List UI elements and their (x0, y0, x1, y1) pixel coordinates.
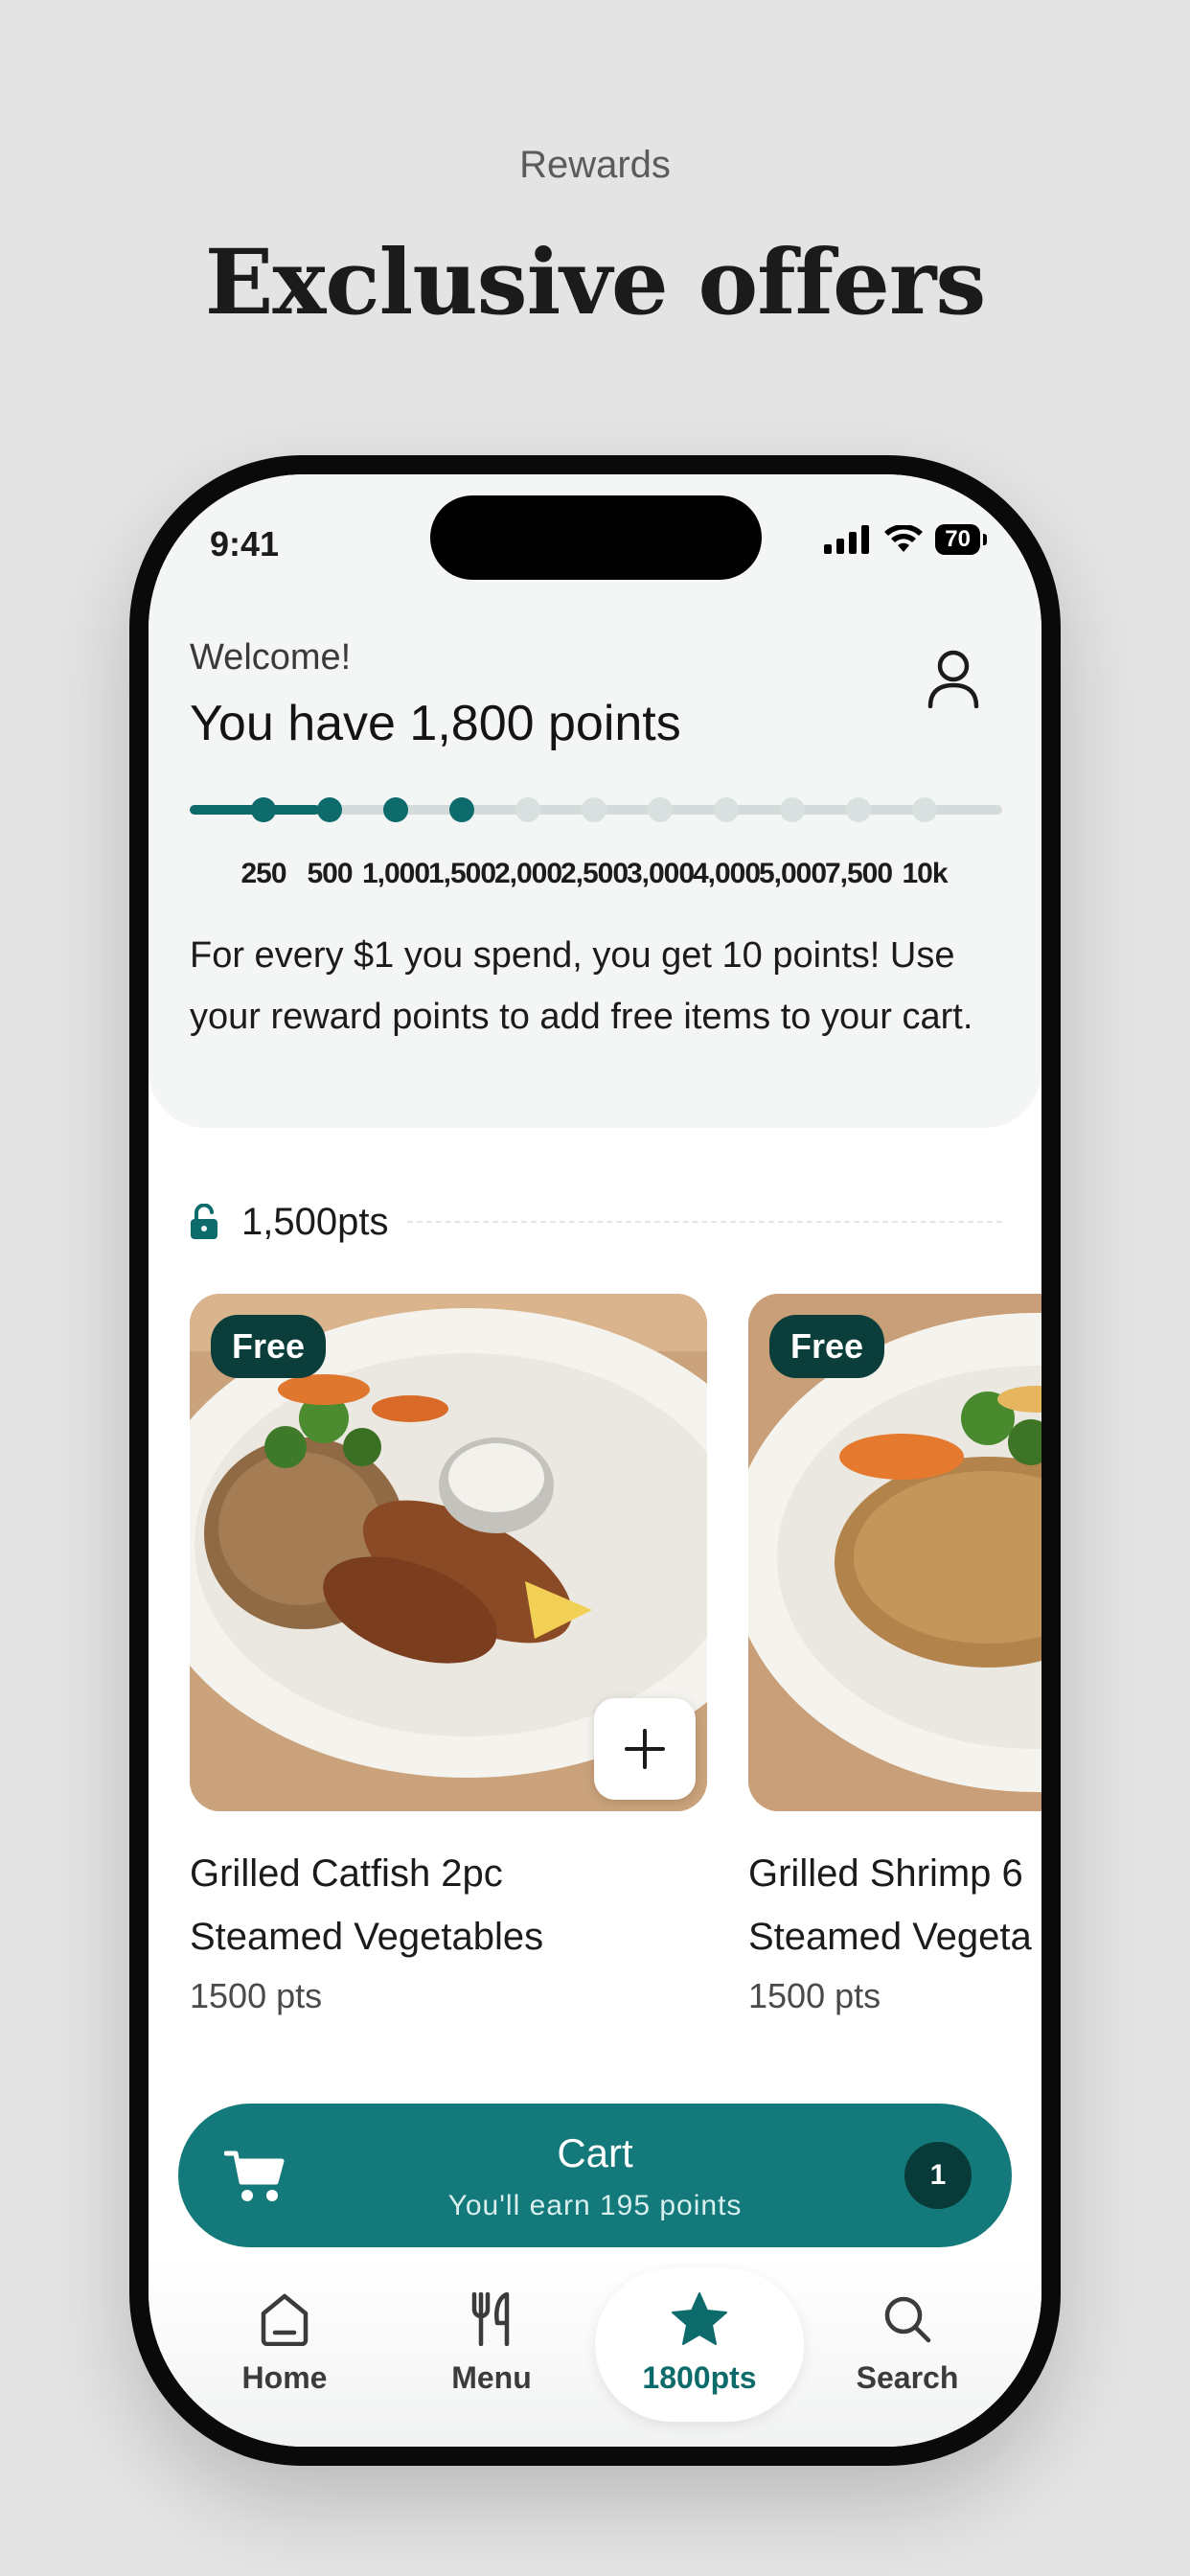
milestone-label: 10k (902, 858, 948, 889)
free-badge: Free (769, 1315, 885, 1378)
reward-item-card[interactable]: Free Grilled Shrimp 6 Steamed Vegeta 150… (748, 1294, 1041, 2016)
milestone-dot (714, 797, 739, 822)
item-name-line1: Grilled Catfish 2pc (190, 1852, 503, 1895)
status-icons: 70 (824, 524, 987, 555)
cart-earn-text: You'll earn 195 points (447, 2190, 743, 2221)
milestone-dot (515, 797, 540, 822)
milestone-dot (383, 797, 408, 822)
item-image-shrimp: Free (748, 1294, 1041, 1811)
nav-rewards-label: 1800pts (642, 2360, 757, 2395)
item-points: 1500 pts (190, 1976, 323, 2015)
star-icon (672, 2292, 727, 2345)
cart-button[interactable]: Cart You'll earn 195 points 1 (178, 2104, 1012, 2247)
tier-label: 1,500pts (241, 1200, 389, 1243)
signal-icon (824, 525, 870, 554)
page-title: Exclusive offers (204, 230, 987, 335)
milestone-dot (780, 797, 805, 822)
item-name-line1: Grilled Shrimp 6 (748, 1852, 1023, 1895)
item-name: Grilled Shrimp 6 Steamed Vegeta (748, 1842, 1041, 1968)
search-icon (884, 2296, 931, 2343)
welcome-text: Welcome! (190, 637, 352, 678)
points-balance: You have 1,800 points (190, 696, 681, 751)
milestone-dot (846, 797, 871, 822)
item-image-catfish: Free (190, 1294, 707, 1811)
milestone-dot (449, 797, 474, 822)
add-to-cart-button[interactable] (594, 1698, 696, 1800)
reward-item-card[interactable]: Free Grilled Catfish 2pc Steamed Vegetab… (190, 1294, 707, 2016)
milestone-dot (912, 797, 937, 822)
status-time: 9:41 (210, 524, 280, 564)
plus-icon (625, 1729, 665, 1769)
item-name: Grilled Catfish 2pc Steamed Vegetables (190, 1842, 707, 1968)
profile-icon[interactable] (927, 649, 980, 708)
free-badge: Free (211, 1315, 327, 1378)
nav-rewards[interactable]: 1800pts (604, 2286, 795, 2396)
nav-menu[interactable]: Menu (396, 2286, 587, 2396)
nav-home-label: Home (241, 2360, 328, 2395)
wifi-icon (884, 525, 924, 552)
utensils-icon (471, 2292, 510, 2346)
phone-screen: 9:41 70 Welcome! You have 1,800 points 2… (149, 474, 1041, 2447)
item-name-line2: Steamed Vegeta (748, 1916, 1032, 1958)
milestone-dot (317, 797, 342, 822)
tier-header: 1,500pts (190, 1198, 1002, 1246)
cart-title: Cart (557, 2130, 633, 2175)
nav-search[interactable]: Search (812, 2286, 1003, 2396)
dynamic-island (430, 495, 762, 580)
home-icon (261, 2293, 309, 2346)
milestone-dot (582, 797, 606, 822)
milestone-dot (648, 797, 673, 822)
rewards-info-text: For every $1 you spend, you get 10 point… (190, 935, 973, 1037)
nav-home[interactable]: Home (189, 2286, 380, 2396)
header-eyebrow: Rewards (519, 144, 671, 186)
nav-search-label: Search (856, 2360, 959, 2395)
nav-menu-label: Menu (451, 2360, 532, 2395)
milestone-dot (251, 797, 276, 822)
item-name-line2: Steamed Vegetables (190, 1916, 544, 1958)
battery-icon: 70 (935, 524, 987, 555)
tier-divider (407, 1221, 1002, 1223)
cart-count-badge: 1 (904, 2142, 972, 2209)
item-points: 1500 pts (748, 1976, 881, 2015)
unlock-icon (191, 1204, 217, 1239)
